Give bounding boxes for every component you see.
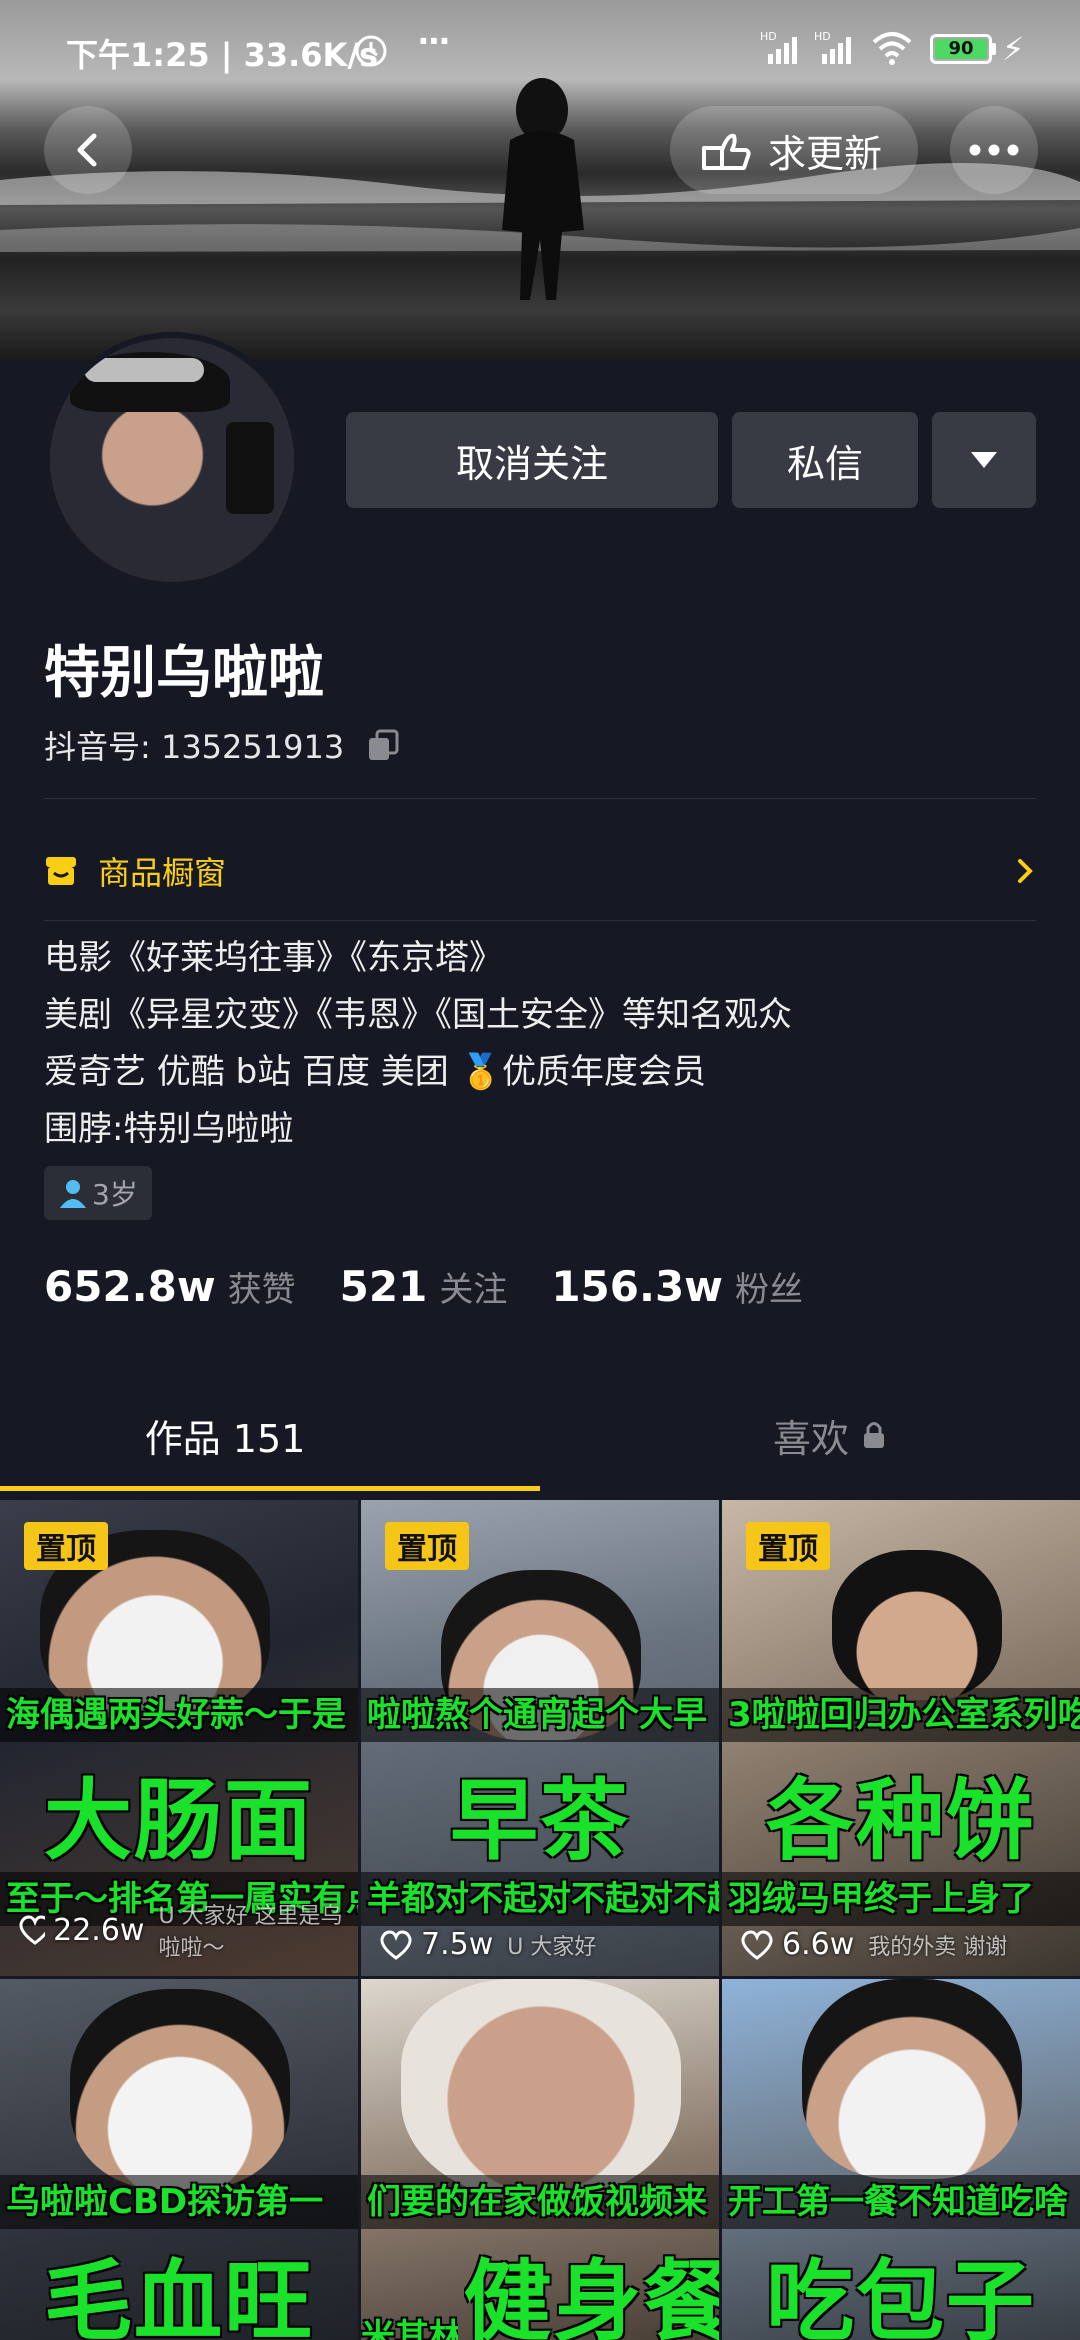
battery-level: 90 <box>935 39 987 59</box>
video-top-text: 们要的在家做饭视频来 <box>361 2175 719 2229</box>
video-tile[interactable]: 置顶 啦啦熬个通宵起个大早 早茶 羊都对不起对不起对不起 7.5w U 大家好 <box>361 1500 719 1976</box>
video-thumbnail-face <box>832 1550 1002 1700</box>
video-caption: U 大家好 这里是乌啦啦～ <box>158 1904 343 1961</box>
followers-count[interactable]: 156.3w <box>551 1262 723 1311</box>
wifi-icon <box>872 32 912 65</box>
pinned-badge: 置顶 <box>746 1522 830 1570</box>
heart-icon <box>741 1929 773 1960</box>
bio: 电影《好莱坞往事》《东京塔》 美剧《异星灾变》《韦恩》《国土安全》等知名观众 爱… <box>44 930 1044 1158</box>
likes-label: 获赞 <box>227 1270 296 1310</box>
status-bar: 下午1:25 | 33.6K/s ⋯ HD HD 90 ⚡ <box>0 0 1080 100</box>
avatar-image <box>50 338 294 582</box>
stats-row: 652.8w 获赞 521 关注 156.3w 粉丝 <box>44 1262 803 1322</box>
video-caption: 我的外卖 谢谢 <box>868 1934 1008 1960</box>
video-bottom-text: 羽绒马甲终于上身了 <box>722 1872 1080 1926</box>
video-caption: U 大家好 <box>507 1934 597 1960</box>
tab-favorites-label: 喜欢 <box>772 1416 849 1461</box>
video-tile[interactable]: 置顶 海偶遇两头好蒜～于是 大肠面 至于～排名第一属实有点 22.6w U 大家… <box>0 1500 358 1976</box>
video-tile[interactable]: 们要的在家做饭视频来 米其林 健身餐 <box>361 1979 719 2340</box>
video-likes-count: 22.6w <box>53 1912 145 1948</box>
video-top-text: 海偶遇两头好蒜～于是 <box>0 1688 358 1742</box>
more-dots-icon <box>969 144 1019 156</box>
following-count[interactable]: 521 <box>340 1262 428 1311</box>
alarm-icon <box>355 35 387 67</box>
video-title: 毛血旺 <box>43 2250 314 2340</box>
video-likes: 6.6w 我的外卖 谢谢 <box>740 1927 1007 1962</box>
tab-works-label: 作品 151 <box>144 1416 306 1461</box>
back-button[interactable] <box>44 106 132 194</box>
video-top-text: 啦啦熬个通宵起个大早 <box>361 1688 719 1742</box>
more-options-button[interactable] <box>950 106 1038 194</box>
more-status-icon: ⋯ <box>418 22 450 60</box>
pinned-badge: 置顶 <box>24 1522 108 1570</box>
request-update-label: 求更新 <box>768 131 883 176</box>
douyin-id: 抖音号: 135251913 <box>44 722 400 768</box>
charging-icon: ⚡ <box>1002 30 1025 68</box>
signal-hd-2-icon: HD <box>814 30 851 64</box>
lock-icon <box>864 1422 884 1448</box>
triangle-down-icon <box>971 452 997 468</box>
video-title: 大肠面 <box>43 1769 314 1872</box>
profile-name: 特别乌啦啦 <box>44 641 324 706</box>
video-title: 各种饼 <box>765 1769 1036 1872</box>
video-tile[interactable]: 置顶 3啦啦回归办公室系列吃 各种饼 羽绒马甲终于上身了 6.6w 我的外卖 谢… <box>722 1500 1080 1976</box>
video-top-text: 乌啦啦CBD探访第一 <box>0 2175 358 2229</box>
svg-text:HD: HD <box>760 30 777 43</box>
heart-icon <box>19 1915 46 1945</box>
age-tag-text: 3岁 <box>92 1178 138 1211</box>
signal-hd-1-icon: HD <box>760 30 797 64</box>
video-tile[interactable]: 乌啦啦CBD探访第一 毛血旺 <box>0 1979 358 2340</box>
shop-icon <box>46 857 76 885</box>
recommend-dropdown-button[interactable] <box>932 412 1036 508</box>
battery-tip <box>992 43 996 55</box>
person-icon <box>60 1180 86 1208</box>
video-top-text: 开工第一餐不知道吃啥 <box>722 2175 1080 2229</box>
avatar[interactable] <box>44 332 300 588</box>
tab-works[interactable]: 作品 151 <box>0 1380 540 1490</box>
divider <box>44 920 1036 921</box>
video-likes-count: 7.5w <box>421 1927 494 1962</box>
svg-text:HD: HD <box>814 30 831 43</box>
video-top-text: 3啦啦回归办公室系列吃 <box>722 1688 1080 1742</box>
pinned-badge: 置顶 <box>385 1522 469 1570</box>
video-tile[interactable]: 开工第一餐不知道吃啥 吃包子 <box>722 1979 1080 2340</box>
video-title: 早茶 <box>449 1769 630 1872</box>
video-title: 吃包子 <box>765 2250 1036 2340</box>
unfollow-button[interactable]: 取消关注 <box>346 412 718 508</box>
message-button[interactable]: 私信 <box>732 412 918 508</box>
likes-count[interactable]: 652.8w <box>44 1262 216 1311</box>
followers-label: 粉丝 <box>734 1270 803 1310</box>
copy-icon[interactable] <box>366 728 400 762</box>
hand-point-icon <box>702 133 751 170</box>
video-thumbnail-face <box>401 1979 681 2199</box>
heart-icon <box>380 1929 412 1960</box>
status-time: 下午1:25 | 33.6K/s <box>66 36 379 74</box>
divider <box>44 798 1036 799</box>
video-thumbnail-face <box>802 1979 1022 2179</box>
bio-line: 美剧《异星灾变》《韦恩》《国土安全》等知名观众 <box>44 995 792 1035</box>
video-likes-count: 6.6w <box>782 1927 855 1962</box>
video-likes: 7.5w U 大家好 <box>379 1927 596 1962</box>
video-title: 健身餐 <box>463 2250 719 2340</box>
video-likes: 22.6w U 大家好 这里是乌啦啦～ <box>18 1898 358 1962</box>
video-title-row: 米其林 健身餐 <box>361 2231 719 2340</box>
request-update-button[interactable]: 求更新 <box>670 106 918 194</box>
tab-favorites[interactable]: 喜欢 <box>540 1380 1080 1490</box>
bio-line: 爱奇艺 优酷 b站 百度 美团 🥇优质年度会员 <box>44 1052 706 1092</box>
bio-line: 围脖:特别乌啦啦 <box>44 1109 294 1149</box>
battery-indicator: 90 <box>930 34 992 64</box>
chevron-right-icon <box>1018 859 1033 883</box>
following-label: 关注 <box>439 1270 508 1310</box>
chevron-left-icon <box>77 133 97 167</box>
douyin-id-text: 抖音号: 135251913 <box>44 728 345 766</box>
video-title-prefix: 米其林 <box>361 2317 458 2340</box>
age-tag: 3岁 <box>44 1166 152 1220</box>
shop-window-label: 商品橱窗 <box>98 854 227 892</box>
video-bottom-text: 羊都对不起对不起对不起 <box>361 1872 719 1926</box>
tab-indicator <box>0 1486 540 1491</box>
shop-window-row[interactable]: 商品橱窗 <box>44 836 1036 906</box>
bio-line: 电影《好莱坞往事》《东京塔》 <box>44 938 503 978</box>
video-thumbnail-face <box>70 1989 290 2189</box>
